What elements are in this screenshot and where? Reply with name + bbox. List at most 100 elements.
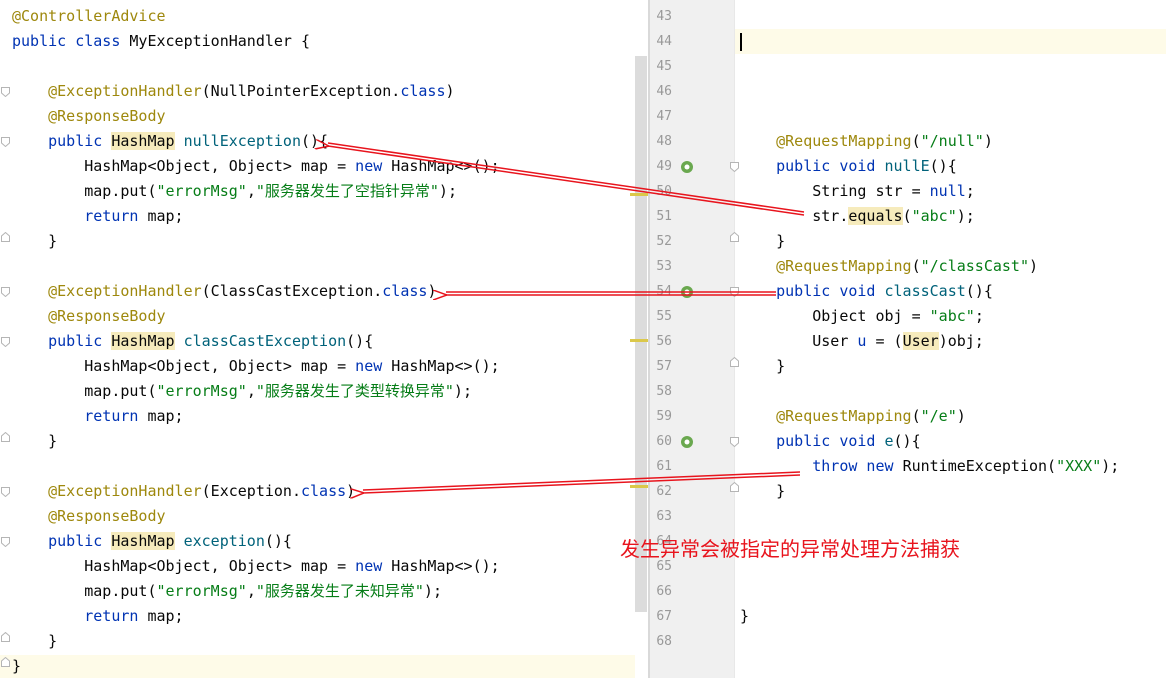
code-token: ; [965, 182, 975, 200]
code-token: @ResponseBody [48, 507, 166, 525]
code-line[interactable]: @ExceptionHandler(NullPointerException.c… [12, 79, 454, 104]
fold-marker-icon[interactable] [1, 137, 10, 147]
code-line[interactable]: @ExceptionHandler(Exception.class) [12, 479, 355, 504]
fold-marker-icon[interactable] [1, 657, 10, 667]
code-token: new [355, 357, 392, 375]
code-line[interactable]: return map; [12, 604, 183, 629]
request-mapping-gutter-icon[interactable] [680, 285, 694, 299]
code-token: @ResponseBody [48, 107, 166, 125]
fold-marker-icon[interactable] [1, 337, 10, 347]
code-line[interactable]: } [740, 479, 785, 504]
scroll-marker[interactable] [630, 193, 648, 196]
code-line[interactable]: public class MyExceptionHandler { [12, 29, 310, 54]
code-token: HashMap<>(); [391, 357, 500, 375]
code-line[interactable]: return map; [12, 204, 183, 229]
code-line[interactable]: throw new RuntimeException("XXX"); [740, 454, 1119, 479]
scroll-marker[interactable] [630, 485, 648, 488]
code-line[interactable]: @RequestMapping("/e") [740, 404, 966, 429]
code-line[interactable]: @ExceptionHandler(ClassCastException.cla… [12, 279, 436, 304]
code-line[interactable]: public void nullE(){ [740, 154, 957, 179]
right-editor-pane[interactable]: 43 44 45 46 47 48 49 50 51 52 53 54 55 56 57 58 59 60 61 62… [650, 0, 1166, 678]
fold-marker-icon[interactable] [730, 357, 739, 367]
code-line[interactable]: } [12, 229, 57, 254]
code-token: } [740, 357, 786, 375]
code-line[interactable]: String str = null; [740, 179, 975, 204]
code-line[interactable]: public HashMap classCastException(){ [12, 329, 373, 354]
code-token: ( [902, 207, 912, 225]
code-token: User [902, 332, 939, 350]
code-line[interactable]: str.equals("abc"); [740, 204, 975, 229]
code-line[interactable]: @ResponseBody [12, 504, 166, 529]
code-line[interactable]: } [12, 654, 21, 678]
code-line[interactable]: HashMap<Object, Object> map = new HashMa… [12, 354, 500, 379]
fold-marker-icon[interactable] [1, 287, 10, 297]
line-number: 45 [656, 59, 672, 74]
code-line[interactable]: map.put("errorMsg","服务器发生了类型转换异常"); [12, 379, 472, 404]
code-line[interactable]: @ControllerAdvice [12, 4, 166, 29]
code-token: return [84, 407, 148, 425]
request-mapping-gutter-icon[interactable] [680, 160, 694, 174]
code-line[interactable]: } [740, 354, 785, 379]
code-line[interactable]: public void classCast(){ [740, 279, 993, 304]
code-line[interactable]: HashMap<Object, Object> map = new HashMa… [12, 154, 499, 179]
fold-marker-icon[interactable] [1, 632, 10, 642]
code-line[interactable]: map.put("errorMsg","服务器发生了空指针异常"); [12, 179, 457, 204]
line-number: 61 [656, 459, 672, 474]
scroll-marker[interactable] [630, 339, 648, 342]
code-token: str. [740, 207, 849, 225]
code-line[interactable]: } [740, 229, 785, 254]
code-token: (){ [965, 282, 993, 300]
code-line[interactable]: } [740, 604, 749, 629]
fold-marker-icon[interactable] [730, 437, 739, 447]
code-line[interactable]: } [12, 629, 57, 654]
line-number: 44 [656, 34, 672, 49]
code-line[interactable]: @ResponseBody [12, 304, 165, 329]
fold-marker-icon[interactable] [730, 287, 739, 297]
fold-marker-icon[interactable] [730, 162, 739, 172]
scrollbar-thumb[interactable] [635, 56, 647, 612]
code-line[interactable]: public void e(){ [740, 429, 921, 454]
line-number: 67 [656, 609, 672, 624]
fold-marker-icon[interactable] [1, 487, 10, 497]
code-line[interactable]: @RequestMapping("/null") [740, 129, 993, 154]
code-token: "/null" [920, 132, 984, 150]
fold-marker-icon[interactable] [1, 537, 10, 547]
code-line[interactable]: @ResponseBody [12, 104, 166, 129]
code-line[interactable]: } [12, 429, 57, 454]
line-number: 43 [656, 9, 672, 24]
fold-marker-icon[interactable] [1, 432, 10, 442]
annotation-note: 发生异常会被指定的异常处理方法捕获 [620, 537, 960, 561]
code-line[interactable]: return map; [12, 404, 183, 429]
code-line[interactable]: @RequestMapping("/classCast") [740, 254, 1038, 279]
code-line[interactable]: HashMap<Object, Object> map = new HashMa… [12, 554, 499, 579]
fold-marker-icon[interactable] [1, 232, 10, 242]
code-token: @RequestMapping [776, 407, 912, 425]
code-line[interactable]: public HashMap nullException(){ [12, 129, 328, 154]
code-token: ) [983, 132, 993, 150]
fold-marker-icon[interactable] [730, 482, 739, 492]
left-editor-pane[interactable]: @ControllerAdvice public class MyExceptio… [0, 0, 648, 678]
current-line-highlight [0, 655, 635, 678]
request-mapping-gutter-icon[interactable] [680, 435, 694, 449]
text-caret [740, 33, 742, 51]
code-line[interactable]: Object obj = "abc"; [740, 304, 984, 329]
code-token: "errorMsg" [156, 382, 247, 400]
code-line[interactable]: map.put("errorMsg","服务器发生了未知异常"); [12, 579, 442, 604]
fold-marker-icon[interactable] [1, 87, 10, 97]
code-token: @RequestMapping [776, 132, 912, 150]
code-token: "/classCast" [920, 257, 1029, 275]
code-token: e [884, 432, 894, 450]
code-token: "errorMsg" [156, 582, 247, 600]
code-line[interactable]: User u = (User)obj; [740, 329, 984, 354]
code-token: ); [438, 182, 457, 200]
line-number: 46 [656, 84, 672, 99]
line-number: 57 [656, 359, 672, 374]
line-number: 51 [656, 209, 672, 224]
fold-marker-icon[interactable] [730, 232, 739, 242]
code-line[interactable]: public HashMap exception(){ [12, 529, 292, 554]
